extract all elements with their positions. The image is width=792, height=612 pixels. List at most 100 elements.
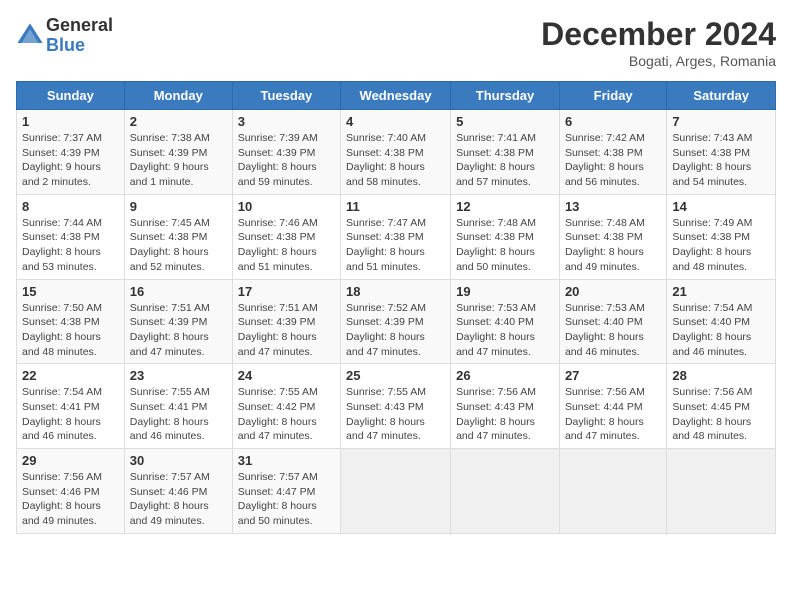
day-info: Sunrise: 7:53 AMSunset: 4:40 PMDaylight:… (456, 301, 554, 360)
calendar-week-row: 22 Sunrise: 7:54 AMSunset: 4:41 PMDayligh… (17, 364, 776, 449)
day-number: 2 (130, 114, 227, 129)
day-info: Sunrise: 7:43 AMSunset: 4:38 PMDaylight:… (672, 131, 770, 190)
day-info: Sunrise: 7:37 AMSunset: 4:39 PMDaylight:… (22, 131, 119, 190)
day-info: Sunrise: 7:51 AMSunset: 4:39 PMDaylight:… (238, 301, 335, 360)
table-row (341, 449, 451, 534)
table-row: 4Sunrise: 7:40 AMSunset: 4:38 PMDaylight… (341, 110, 451, 195)
table-row: 26Sunrise: 7:56 AMSunset: 4:43 PMDayligh… (451, 364, 560, 449)
day-number: 18 (346, 284, 445, 299)
day-number: 9 (130, 199, 227, 214)
day-info: Sunrise: 7:48 AMSunset: 4:38 PMDaylight:… (565, 216, 661, 275)
day-info: Sunrise: 7:53 AMSunset: 4:40 PMDaylight:… (565, 301, 661, 360)
calendar-week-row: 1 Sunrise: 7:37 AMSunset: 4:39 PMDaylight… (17, 110, 776, 195)
table-row: 22 Sunrise: 7:54 AMSunset: 4:41 PMDayligh… (17, 364, 125, 449)
day-info: Sunrise: 7:56 AMSunset: 4:45 PMDaylight:… (672, 385, 770, 444)
day-number: 27 (565, 368, 661, 383)
day-info: Sunrise: 7:57 AMSunset: 4:46 PMDaylight:… (130, 470, 227, 529)
table-row: 12 Sunrise: 7:48 AMSunset: 4:38 PMDayligh… (451, 194, 560, 279)
table-row: 18Sunrise: 7:52 AMSunset: 4:39 PMDayligh… (341, 279, 451, 364)
calendar-week-row: 8Sunrise: 7:44 AMSunset: 4:38 PMDaylight… (17, 194, 776, 279)
day-number: 16 (130, 284, 227, 299)
table-row: 21 Sunrise: 7:54 AMSunset: 4:40 PMDayligh… (667, 279, 776, 364)
day-number: 10 (238, 199, 335, 214)
col-sunday: Sunday (17, 82, 125, 110)
day-number: 5 (456, 114, 554, 129)
day-number: 30 (130, 453, 227, 468)
day-info: Sunrise: 7:50 AMSunset: 4:38 PMDaylight:… (22, 301, 119, 360)
table-row (559, 449, 666, 534)
col-monday: Monday (124, 82, 232, 110)
table-row: 8Sunrise: 7:44 AMSunset: 4:38 PMDaylight… (17, 194, 125, 279)
day-info: Sunrise: 7:51 AMSunset: 4:39 PMDaylight:… (130, 301, 227, 360)
day-info: Sunrise: 7:39 AMSunset: 4:39 PMDaylight:… (238, 131, 335, 190)
logo-blue-text: Blue (46, 36, 113, 56)
col-friday: Friday (559, 82, 666, 110)
day-number: 15 (22, 284, 119, 299)
table-row (667, 449, 776, 534)
col-wednesday: Wednesday (341, 82, 451, 110)
table-row: 1 Sunrise: 7:37 AMSunset: 4:39 PMDaylight… (17, 110, 125, 195)
day-number: 7 (672, 114, 770, 129)
day-number: 14 (672, 199, 770, 214)
table-row: 29 Sunrise: 7:56 AMSunset: 4:46 PMDayligh… (17, 449, 125, 534)
logo-general-text: General (46, 16, 113, 36)
table-row: 3 Sunrise: 7:39 AMSunset: 4:39 PMDaylight… (232, 110, 340, 195)
col-thursday: Thursday (451, 82, 560, 110)
table-row: 19 Sunrise: 7:53 AMSunset: 4:40 PMDayligh… (451, 279, 560, 364)
col-tuesday: Tuesday (232, 82, 340, 110)
table-row: 11 Sunrise: 7:47 AMSunset: 4:38 PMDayligh… (341, 194, 451, 279)
table-row: 16 Sunrise: 7:51 AMSunset: 4:39 PMDayligh… (124, 279, 232, 364)
page-header: General Blue December 2024 Bogati, Arges… (16, 16, 776, 69)
calendar-table: Sunday Monday Tuesday Wednesday Thursday… (16, 81, 776, 534)
day-info: Sunrise: 7:55 AMSunset: 4:41 PMDaylight:… (130, 385, 227, 444)
table-row (451, 449, 560, 534)
day-info: Sunrise: 7:57 AMSunset: 4:47 PMDaylight:… (238, 470, 335, 529)
day-number: 21 (672, 284, 770, 299)
day-info: Sunrise: 7:48 AMSunset: 4:38 PMDaylight:… (456, 216, 554, 275)
month-title: December 2024 (541, 16, 776, 53)
table-row: 20 Sunrise: 7:53 AMSunset: 4:40 PMDayligh… (559, 279, 666, 364)
table-row: 5 Sunrise: 7:41 AMSunset: 4:38 PMDaylight… (451, 110, 560, 195)
day-info: Sunrise: 7:44 AMSunset: 4:38 PMDaylight:… (22, 216, 119, 275)
day-info: Sunrise: 7:41 AMSunset: 4:38 PMDaylight:… (456, 131, 554, 190)
table-row: 15 Sunrise: 7:50 AMSunset: 4:38 PMDayligh… (17, 279, 125, 364)
day-number: 6 (565, 114, 661, 129)
day-info: Sunrise: 7:55 AMSunset: 4:42 PMDaylight:… (238, 385, 335, 444)
table-row: 25 Sunrise: 7:55 AMSunset: 4:43 PMDayligh… (341, 364, 451, 449)
day-number: 20 (565, 284, 661, 299)
table-row: 28 Sunrise: 7:56 AMSunset: 4:45 PMDayligh… (667, 364, 776, 449)
calendar-header-row: Sunday Monday Tuesday Wednesday Thursday… (17, 82, 776, 110)
day-number: 31 (238, 453, 335, 468)
day-number: 19 (456, 284, 554, 299)
day-info: Sunrise: 7:54 AMSunset: 4:40 PMDaylight:… (672, 301, 770, 360)
day-number: 22 (22, 368, 119, 383)
logo-icon (16, 22, 44, 50)
day-number: 13 (565, 199, 661, 214)
day-info: Sunrise: 7:54 AMSunset: 4:41 PMDaylight:… (22, 385, 119, 444)
day-number: 1 (22, 114, 119, 129)
location-subtitle: Bogati, Arges, Romania (541, 53, 776, 69)
col-saturday: Saturday (667, 82, 776, 110)
table-row: 10Sunrise: 7:46 AMSunset: 4:38 PMDayligh… (232, 194, 340, 279)
day-number: 4 (346, 114, 445, 129)
day-number: 3 (238, 114, 335, 129)
day-number: 29 (22, 453, 119, 468)
day-info: Sunrise: 7:56 AMSunset: 4:44 PMDaylight:… (565, 385, 661, 444)
day-info: Sunrise: 7:55 AMSunset: 4:43 PMDaylight:… (346, 385, 445, 444)
day-info: Sunrise: 7:47 AMSunset: 4:38 PMDaylight:… (346, 216, 445, 275)
day-info: Sunrise: 7:56 AMSunset: 4:46 PMDaylight:… (22, 470, 119, 529)
day-number: 12 (456, 199, 554, 214)
table-row: 17Sunrise: 7:51 AMSunset: 4:39 PMDayligh… (232, 279, 340, 364)
day-info: Sunrise: 7:42 AMSunset: 4:38 PMDaylight:… (565, 131, 661, 190)
logo: General Blue (16, 16, 113, 56)
day-number: 28 (672, 368, 770, 383)
title-block: December 2024 Bogati, Arges, Romania (541, 16, 776, 69)
day-number: 11 (346, 199, 445, 214)
calendar-week-row: 15 Sunrise: 7:50 AMSunset: 4:38 PMDayligh… (17, 279, 776, 364)
table-row: 2 Sunrise: 7:38 AMSunset: 4:39 PMDaylight… (124, 110, 232, 195)
day-number: 25 (346, 368, 445, 383)
day-info: Sunrise: 7:38 AMSunset: 4:39 PMDaylight:… (130, 131, 227, 190)
table-row: 23 Sunrise: 7:55 AMSunset: 4:41 PMDayligh… (124, 364, 232, 449)
day-number: 23 (130, 368, 227, 383)
calendar-week-row: 29 Sunrise: 7:56 AMSunset: 4:46 PMDayligh… (17, 449, 776, 534)
